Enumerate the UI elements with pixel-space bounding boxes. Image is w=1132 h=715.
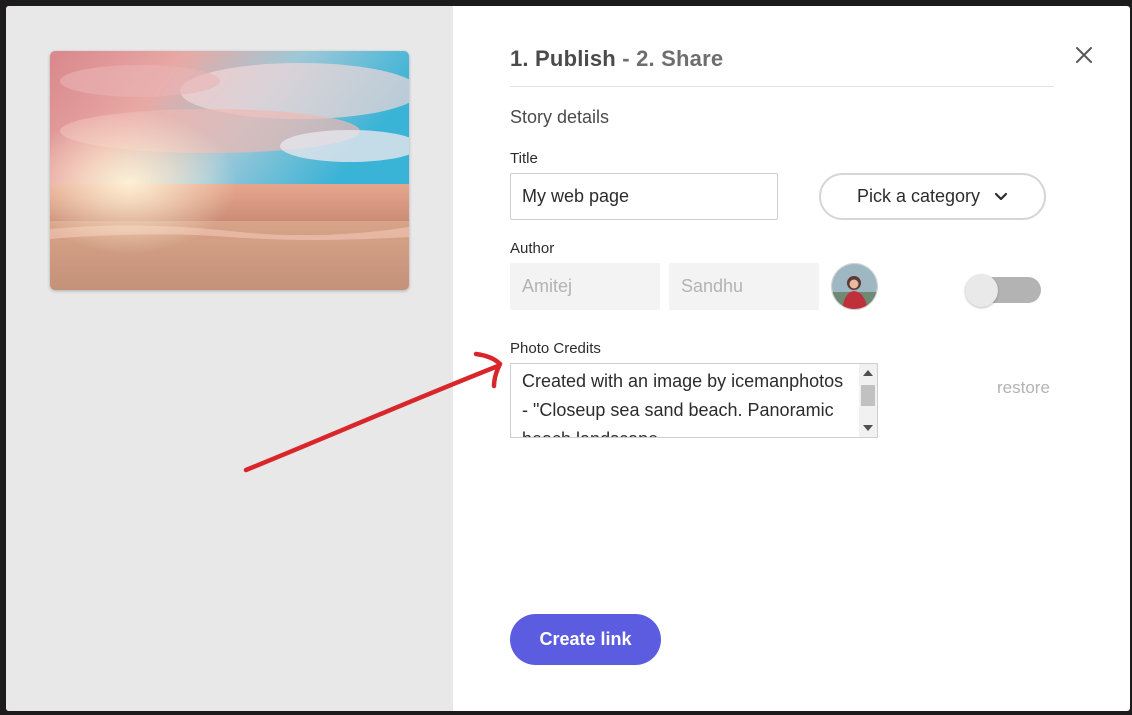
close-button[interactable] [1071,42,1097,68]
create-link-button[interactable]: Create link [510,614,661,665]
category-label: Pick a category [856,186,981,206]
photo-credits-textarea[interactable]: Created with an image by icemanphotos - … [510,363,878,438]
step-separator: - [615,46,637,71]
credits-scrollbar[interactable] [859,364,877,437]
close-icon [1076,47,1092,63]
author-label: Author [510,240,555,257]
scroll-down-arrow-icon[interactable] [863,425,873,431]
step-share[interactable]: 2. Share [636,46,723,71]
publish-dialog: 1. Publish - 2. Share Story details Titl… [6,6,1130,711]
author-first-name-input[interactable] [510,263,660,310]
preview-pane [6,6,453,711]
toggle-knob [965,274,998,307]
author-visibility-toggle[interactable] [965,273,1042,307]
restore-link[interactable]: restore [997,378,1050,398]
category-dropdown[interactable]: Pick a category [819,173,1046,220]
title-label: Title [510,150,538,167]
dialog-heading: 1. Publish - 2. Share [510,46,723,72]
author-avatar [831,263,878,310]
step-publish: 1. Publish [510,46,616,71]
photo-credits-text: Created with an image by icemanphotos - … [522,371,844,437]
photo-credits-label: Photo Credits [510,340,601,357]
story-cover-image [50,51,409,290]
scroll-thumb[interactable] [861,385,875,406]
title-input[interactable] [510,173,778,220]
section-title: Story details [510,107,610,127]
scroll-up-arrow-icon[interactable] [863,370,873,376]
header-divider [510,86,1054,87]
chevron-down-icon [994,192,1008,200]
author-last-name-input[interactable] [669,263,819,310]
